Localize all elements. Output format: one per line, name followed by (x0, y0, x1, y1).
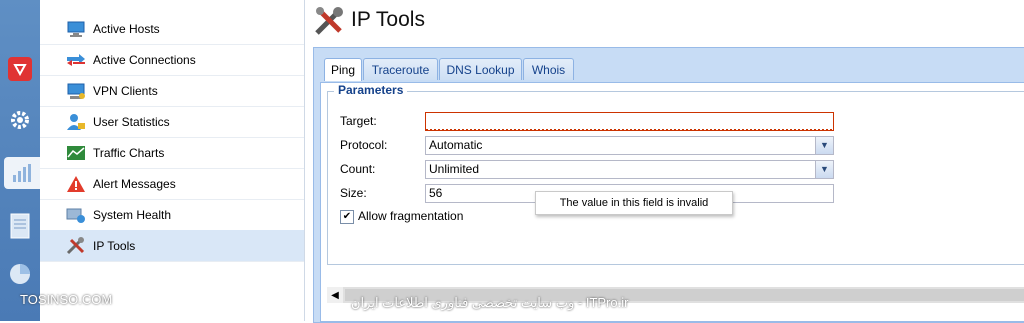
vpn-monitor-icon (67, 83, 85, 99)
tools-icon (315, 7, 343, 35)
tab-whois[interactable]: Whois (523, 58, 574, 80)
protocol-label: Protocol: (340, 138, 388, 152)
nav-item-active-hosts[interactable]: Active Hosts (40, 13, 304, 45)
count-select[interactable]: Unlimited ▼ (425, 160, 834, 179)
gear-icon (11, 111, 29, 129)
reports-button[interactable] (4, 210, 36, 242)
nav-label: Traffic Charts (93, 145, 165, 160)
monitor-network-icon (67, 21, 85, 37)
parameters-legend: Parameters (334, 83, 408, 97)
tools-icon (66, 236, 85, 254)
nav-panel: Active Hosts Active Connections VPN Clie… (20, 0, 305, 321)
nav-item-alert-messages[interactable]: Alert Messages (40, 168, 304, 200)
watermark-left: TOSINSO.COM (20, 292, 113, 307)
nav-item-ip-tools[interactable]: IP Tools (40, 230, 304, 262)
app-rail (0, 0, 40, 321)
main-content: IP Tools Ping Traceroute DNS Lookup Whoi… (305, 0, 1024, 323)
parameters-fieldset: Parameters Target: Protocol: Automatic ▼… (327, 83, 1024, 265)
nav-item-active-connections[interactable]: Active Connections (40, 44, 304, 76)
nav-item-user-statistics[interactable]: User Statistics (40, 106, 304, 138)
health-icon (66, 208, 85, 223)
nav-label: Active Hosts (93, 21, 160, 36)
page-title: IP Tools (351, 8, 425, 31)
nav-label: Alert Messages (93, 176, 176, 191)
connections-icon (67, 53, 85, 66)
tab-ping[interactable]: Ping (324, 58, 362, 81)
protocol-value: Automatic (429, 138, 483, 152)
protocol-select[interactable]: Automatic ▼ (425, 136, 834, 155)
target-input[interactable] (425, 112, 834, 131)
watermark-right: وب سایت تخصصی فناوری اطلاعات ایران - ITP… (351, 295, 629, 310)
allow-fragmentation-label: Allow fragmentation (358, 209, 464, 223)
document-icon (10, 213, 30, 239)
pie-button[interactable] (4, 258, 36, 290)
shield-button[interactable] (4, 53, 36, 85)
scroll-left-icon[interactable]: ◀ (327, 287, 343, 303)
traffic-chart-icon (67, 145, 85, 160)
pie-icon (10, 264, 30, 284)
count-label: Count: (340, 162, 376, 176)
chevron-down-icon[interactable]: ▼ (815, 161, 833, 178)
settings-button[interactable] (4, 104, 36, 136)
shield-icon (8, 57, 32, 81)
invalid-field-tooltip: The value in this field is invalid (535, 191, 733, 215)
size-label: Size: (340, 186, 367, 200)
nav-label: System Health (93, 207, 172, 222)
user-lock-icon (67, 113, 85, 130)
chart-icon (13, 164, 31, 182)
nav-item-system-health[interactable]: System Health (40, 199, 304, 231)
count-value: Unlimited (429, 162, 480, 176)
stats-button[interactable] (4, 157, 40, 189)
nav-label: IP Tools (93, 238, 136, 253)
nav-item-traffic-charts[interactable]: Traffic Charts (40, 137, 304, 169)
alert-triangle-icon (67, 175, 85, 192)
allow-fragmentation-checkbox[interactable]: ✔ (340, 210, 354, 224)
ping-tab-body: Parameters Target: Protocol: Automatic ▼… (320, 82, 1024, 322)
nav-label: Active Connections (93, 52, 196, 67)
nav-label: VPN Clients (93, 83, 158, 98)
tab-panel: Ping Traceroute DNS Lookup Whois Paramet… (313, 47, 1024, 323)
chevron-down-icon[interactable]: ▼ (815, 137, 833, 154)
target-label: Target: (340, 114, 377, 128)
tab-traceroute[interactable]: Traceroute (363, 58, 438, 80)
nav-label: User Statistics (93, 114, 170, 129)
nav-item-vpn-clients[interactable]: VPN Clients (40, 75, 304, 107)
tab-dns-lookup[interactable]: DNS Lookup (439, 58, 522, 80)
